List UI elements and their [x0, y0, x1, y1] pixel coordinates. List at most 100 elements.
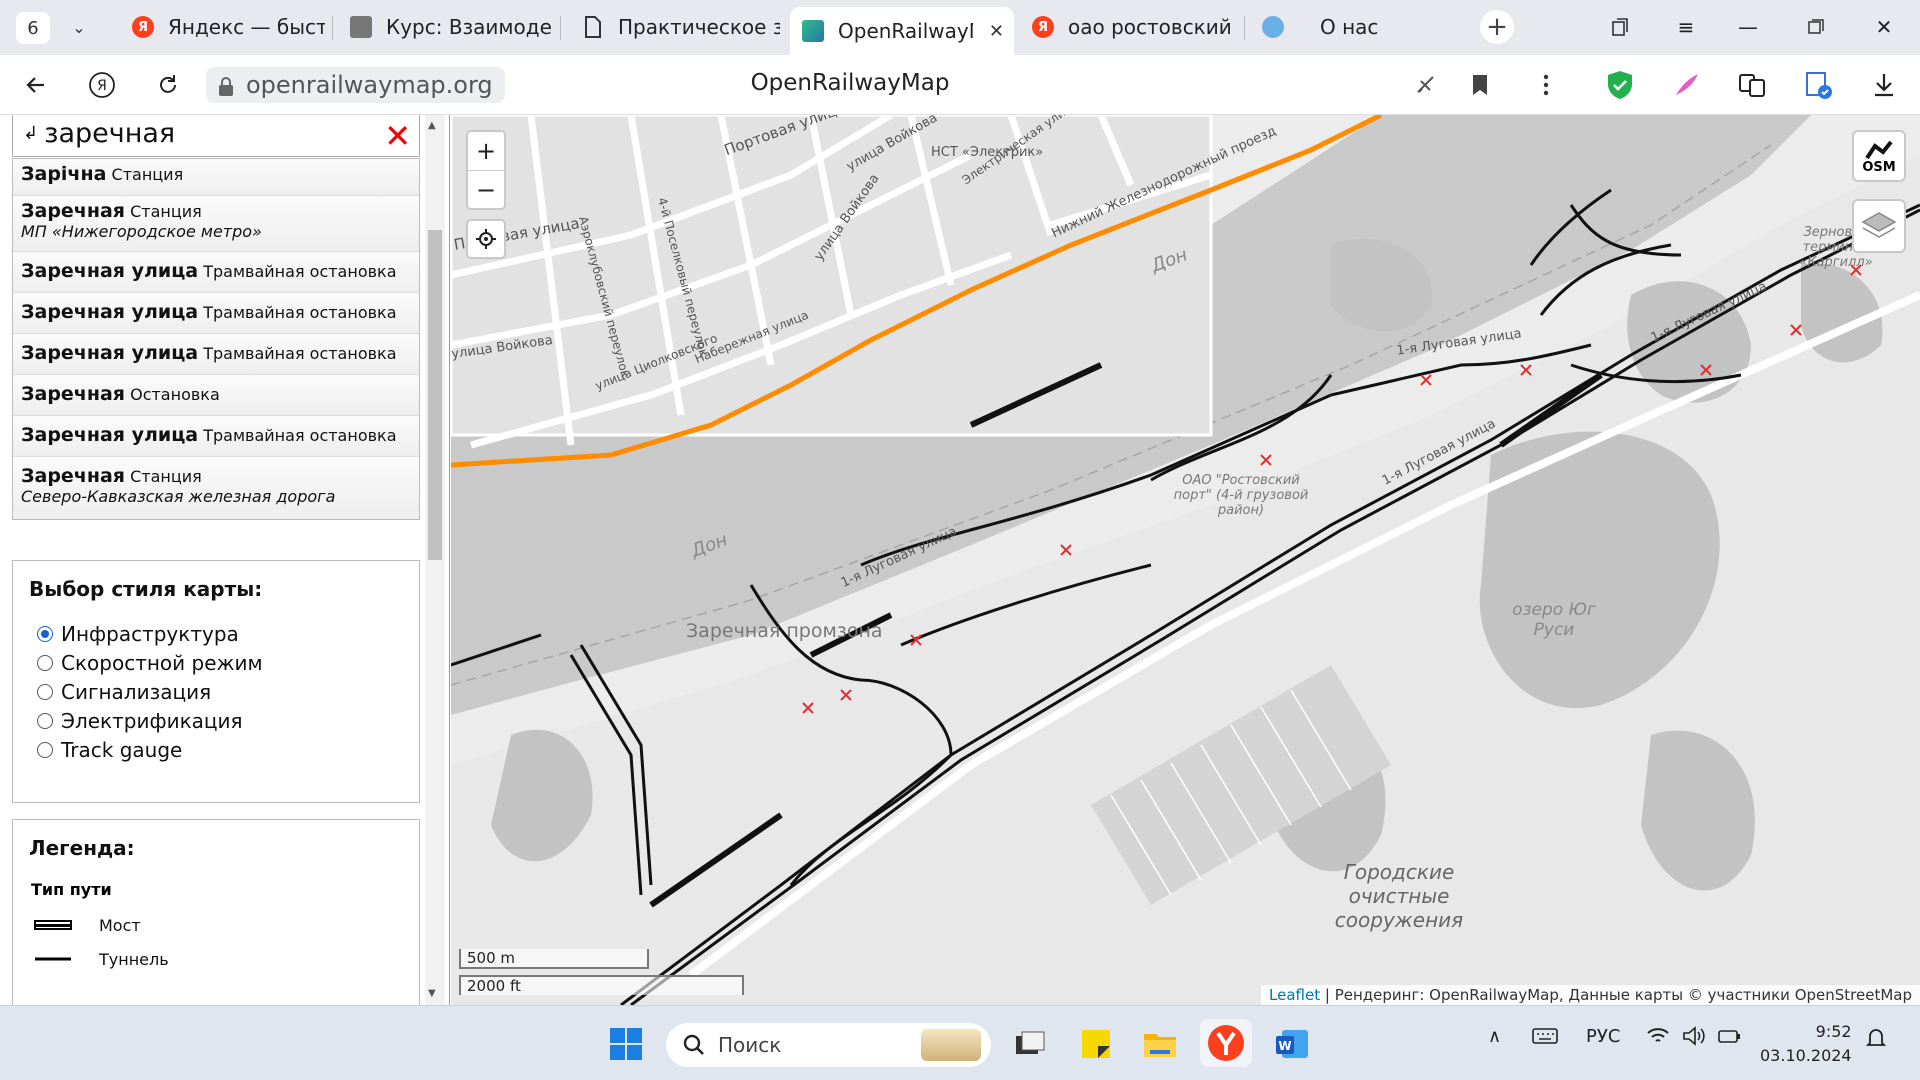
tab-openrailwaymap[interactable]: OpenRailwayMap ✕ — [790, 7, 1014, 55]
result-type: Трамвайная остановка — [203, 426, 397, 445]
sidebar: ↲ заречная ✕ Зарічна Станция Заречная Ст… — [0, 115, 450, 1005]
style-radio-gauge[interactable]: Track gauge — [37, 735, 419, 764]
osm-button[interactable]: OSM — [1852, 130, 1906, 182]
legend-section-title: Тип пути — [31, 880, 112, 899]
layers-button[interactable] — [1852, 199, 1906, 253]
file-explorer-icon[interactable] — [1140, 1024, 1180, 1064]
radio-selected-icon — [37, 625, 53, 642]
search-value: заречная — [44, 118, 176, 149]
sidebar-scrollbar-thumb[interactable] — [428, 230, 442, 560]
shield-icon[interactable] — [1602, 67, 1638, 103]
close-window-icon[interactable]: ✕ — [1864, 12, 1904, 42]
list-item[interactable]: Заречная улица Трамвайная остановка — [13, 252, 419, 293]
style-radio-electrification[interactable]: Электрификация — [37, 706, 419, 735]
radio-label: Track gauge — [61, 737, 183, 762]
sticky-notes-icon[interactable] — [1076, 1024, 1116, 1064]
clock[interactable]: 9:52 03.10.2024 — [1760, 1020, 1852, 1068]
taskbar-search-placeholder: Поиск — [718, 1033, 782, 1057]
more-options-icon[interactable] — [1528, 67, 1564, 103]
legend-title: Легенда: — [29, 836, 135, 860]
taskbar-search[interactable]: Поиск — [666, 1023, 991, 1067]
zoom-in-button[interactable]: + — [468, 132, 504, 170]
result-name: Заречная — [21, 200, 125, 222]
browser-menu-icon[interactable]: ≡ — [1666, 12, 1706, 42]
radio-label: Инфраструктура — [61, 621, 239, 646]
yandex-browser-icon[interactable] — [1200, 1019, 1252, 1067]
search-results-list: Зарічна Станция Заречная Станция МП «Ниж… — [12, 158, 420, 520]
notifications-icon[interactable] — [1864, 1026, 1888, 1055]
scroll-down-icon[interactable]: ▼ — [428, 988, 436, 999]
language-indicator[interactable]: РУС — [1586, 1026, 1620, 1047]
translate-icon[interactable] — [1734, 67, 1770, 103]
scroll-up-icon[interactable]: ▲ — [428, 120, 436, 131]
tab-about[interactable]: О нас — [1250, 7, 1460, 47]
search-icon — [683, 1034, 704, 1055]
tab-title: оао ростовский п — [1068, 15, 1238, 39]
style-radio-signals[interactable]: Сигнализация — [37, 677, 419, 706]
result-name: Заречная — [21, 465, 125, 487]
tab-title: Курс: Взаимодей — [386, 15, 553, 39]
volume-icon[interactable] — [1682, 1026, 1706, 1051]
area-label: Заречная промзона — [686, 620, 883, 642]
result-type: Остановка — [130, 385, 220, 404]
tab-practical[interactable]: Практическое зан — [570, 7, 780, 47]
wifi-icon[interactable] — [1646, 1026, 1670, 1051]
legend-panel: Легенда: Тип пути Мост Туннель — [12, 819, 420, 1005]
tunnel-symbol-icon — [35, 957, 71, 961]
close-tab-icon[interactable]: ✕ — [989, 21, 1004, 42]
radio-icon — [37, 712, 53, 729]
tab-count-button[interactable]: 6 — [16, 12, 50, 44]
result-name: Заречная — [21, 383, 125, 405]
address-bar[interactable]: openrailwaymap.org — [206, 67, 505, 103]
tab-course[interactable]: Курс: Взаимодей — [338, 7, 553, 47]
search-input[interactable]: ↲ заречная ✕ — [12, 115, 420, 157]
maximize-window-icon[interactable] — [1796, 12, 1836, 42]
document-icon — [582, 16, 604, 38]
feather-pen-icon[interactable] — [1668, 67, 1704, 103]
windows-taskbar: Поиск W ∧ РУС 9:52 03.10.2024 — [0, 1005, 1920, 1080]
back-arrow-icon[interactable] — [18, 67, 54, 103]
tab-title: Яндекс — быстрый — [168, 15, 325, 39]
result-type: Трамвайная остановка — [203, 262, 397, 281]
zoom-out-button[interactable]: − — [468, 170, 504, 208]
list-item[interactable]: Заречная улица Трамвайная остановка — [13, 416, 419, 457]
browser-address-row: Я openrailwaymap.org OpenRailwayMap — [0, 55, 1920, 115]
tabs-dropdown-icon[interactable]: ⌄ — [62, 10, 96, 44]
place-label: ОАО "Ростовский порт" (4-й грузовой райо… — [1173, 473, 1309, 518]
legend-item-bridge: Мост — [33, 908, 419, 942]
list-item[interactable]: Зарічна Станция — [13, 159, 419, 196]
battery-icon[interactable] — [1716, 1026, 1742, 1051]
minimize-window-icon[interactable]: — — [1728, 12, 1768, 42]
bookmark-icon[interactable] — [1462, 67, 1498, 103]
list-item[interactable]: Заречная Станция Северо-Кавказская желез… — [13, 457, 419, 519]
keyboard-icon[interactable] — [1532, 1026, 1558, 1051]
map-view[interactable]: Портовая улица Портовая улица улица Войк… — [451, 115, 1920, 1005]
list-item[interactable]: Заречная улица Трамвайная остановка — [13, 334, 419, 375]
tray-overflow-icon[interactable]: ∧ — [1488, 1026, 1501, 1047]
protect-off-icon[interactable] — [1408, 67, 1444, 103]
leaflet-link[interactable]: Leaflet — [1269, 986, 1320, 1004]
yandex-icon: Я — [1032, 16, 1054, 38]
list-item[interactable]: Заречная Станция МП «Нижегородское метро… — [13, 196, 419, 252]
tab-yandex[interactable]: Я Яндекс — быстрый — [120, 7, 325, 47]
task-view-icon[interactable] — [1010, 1024, 1050, 1064]
word-icon[interactable]: W — [1272, 1024, 1312, 1064]
extension-icon[interactable] — [1800, 67, 1836, 103]
list-item[interactable]: Заречная улица Трамвайная остановка — [13, 293, 419, 334]
locate-me-button[interactable] — [466, 219, 506, 259]
new-tab-button[interactable]: + — [1480, 10, 1514, 44]
tab-oao-rostov[interactable]: Я оао ростовский п — [1020, 7, 1238, 47]
yandex-home-icon[interactable]: Я — [84, 67, 120, 103]
collections-icon[interactable] — [1600, 12, 1640, 42]
reload-icon[interactable] — [150, 67, 186, 103]
windows-start-icon[interactable] — [606, 1024, 646, 1064]
scale-metric-label: 500 m — [467, 949, 516, 967]
svg-text:Я: Я — [97, 78, 107, 94]
clear-search-icon[interactable]: ✕ — [384, 117, 411, 155]
style-radio-maxspeed[interactable]: Скоростной режим — [37, 648, 419, 677]
osm-label: OSM — [1862, 159, 1896, 175]
style-radio-infrastructure[interactable]: Инфраструктура — [37, 619, 419, 648]
list-item[interactable]: Заречная Остановка — [13, 375, 419, 416]
download-icon[interactable] — [1866, 67, 1902, 103]
result-name: Заречная улица — [21, 424, 199, 446]
